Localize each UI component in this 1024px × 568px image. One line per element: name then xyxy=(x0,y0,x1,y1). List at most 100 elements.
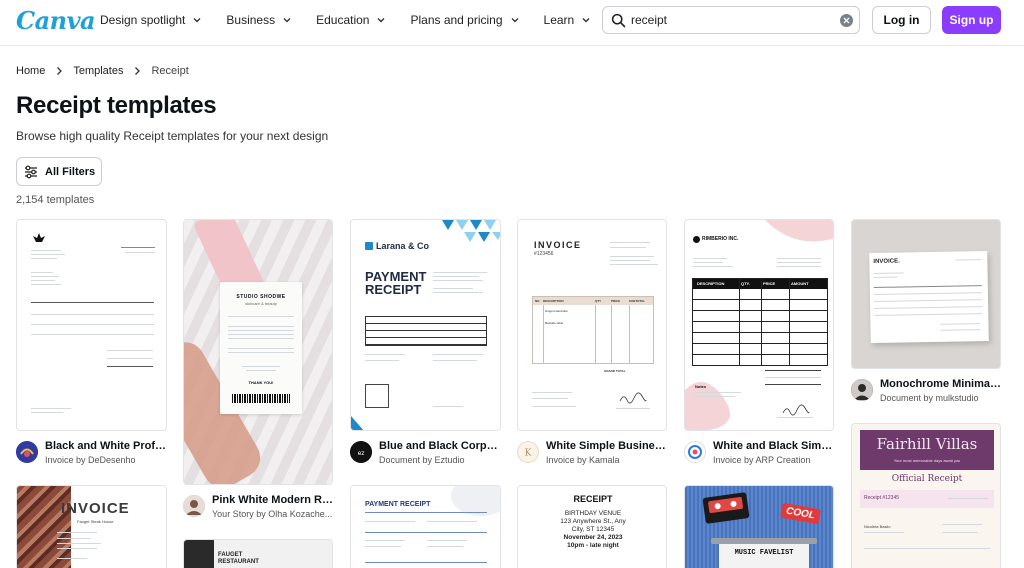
nav-label: Plans and pricing xyxy=(410,13,503,27)
author-avatar: ez xyxy=(350,441,372,463)
template-thumbnail[interactable]: INVOICE #123456 NO DESCRIPTION QTY PRICE… xyxy=(517,219,667,431)
nav-label: Education xyxy=(316,13,370,27)
template-author[interactable]: Document by mulkstudio xyxy=(880,393,1002,403)
official-receipt: Official Receipt xyxy=(891,474,963,484)
chevron-down-icon xyxy=(511,18,519,23)
template-title[interactable]: Blue and Black Corpor... xyxy=(379,440,501,452)
chevron-right-icon xyxy=(135,67,141,75)
restaurant-title: FAUGET RESTAURANT xyxy=(218,552,259,565)
chevron-down-icon xyxy=(283,18,291,23)
template-count: 2,154 templates xyxy=(16,194,95,206)
grand-total-label: GRAND TOTAL xyxy=(604,369,626,373)
breadcrumb-home[interactable]: Home xyxy=(16,65,45,77)
villa-tagline: Your most memorable days await you xyxy=(893,458,961,463)
author-avatar xyxy=(684,441,706,463)
template-thumbnail[interactable]: INVOICE Fauget Steak House xyxy=(16,485,167,568)
receipt-brand-sub: skincare & beauty xyxy=(245,301,277,306)
invoice-table: NO DESCRIPTION QTY PRICE SUBTOTAL Hinged… xyxy=(532,296,654,364)
template-thumbnail[interactable]: FAUGET RESTAURANT xyxy=(183,539,333,568)
chevron-down-icon xyxy=(377,18,385,23)
nav-design-spotlight[interactable]: Design spotlight xyxy=(100,13,202,27)
triangle-pattern-icon xyxy=(351,416,365,430)
nav-label: Learn xyxy=(543,13,575,27)
invoice-sub: Fauget Steak House xyxy=(77,519,114,524)
all-filters-label: All Filters xyxy=(45,165,96,178)
clear-search-icon[interactable] xyxy=(840,14,853,27)
nav-label: Business xyxy=(226,13,276,27)
triangle-pattern-icon xyxy=(442,220,500,242)
signup-button[interactable]: Sign up xyxy=(942,6,1001,34)
template-thumbnail[interactable]: INVOICE. xyxy=(851,219,1001,369)
receipt-title: RECEIPT xyxy=(573,494,613,504)
chevron-right-icon xyxy=(57,67,63,75)
nav-label: Design spotlight xyxy=(100,13,186,27)
music-title: MUSIC FAVELIST xyxy=(734,549,794,557)
template-author[interactable]: Your Story by Olha Kozache... xyxy=(212,509,334,519)
nav-education[interactable]: Education xyxy=(316,13,386,27)
main-nav: Design spotlight Business Education Plan… xyxy=(100,0,615,40)
canva-logo[interactable]: Canva xyxy=(16,6,96,35)
page-title: Receipt templates xyxy=(16,92,217,119)
receipt-thanks: THANK YOU! xyxy=(248,380,274,385)
guest-name: Nicoleta Basilo xyxy=(864,524,891,529)
rimberio-logo-icon xyxy=(693,236,700,243)
template-author[interactable]: Invoice by ARP Creation xyxy=(713,455,835,465)
filter-sliders-icon xyxy=(25,165,37,178)
invoice-title: INVOICE. xyxy=(873,258,900,265)
chevron-down-icon xyxy=(193,18,201,23)
signature-icon xyxy=(782,404,810,416)
signature-icon xyxy=(619,392,647,404)
search-box xyxy=(602,6,860,34)
svg-text:ez: ez xyxy=(358,450,365,457)
receipt-number: Receipt #12345 xyxy=(864,495,900,501)
breadcrumb-templates[interactable]: Templates xyxy=(73,65,123,77)
template-title[interactable]: White Simple Business ... xyxy=(546,440,668,452)
author-avatar xyxy=(851,379,873,401)
template-thumbnail[interactable]: COOL MUSIC FAVELIST xyxy=(684,485,834,568)
receipt-brand: Larana & Co xyxy=(376,241,430,251)
invoice-title: INVOICE xyxy=(61,500,130,517)
search-input[interactable] xyxy=(631,10,831,30)
search-icon xyxy=(611,13,626,28)
nav-business[interactable]: Business xyxy=(226,13,292,27)
author-avatar: K xyxy=(517,441,539,463)
template-title[interactable]: Monochrome Minimali... xyxy=(880,378,1002,390)
notes-label: Notes xyxy=(695,384,707,389)
author-avatar xyxy=(183,495,205,517)
receipt-logo-mark xyxy=(365,242,373,250)
nav-learn[interactable]: Learn xyxy=(544,13,592,27)
nav-plans-and-pricing[interactable]: Plans and pricing xyxy=(410,13,519,27)
invoice-number: #123456 xyxy=(534,251,554,257)
barcode-icon xyxy=(232,394,290,403)
author-avatar xyxy=(16,441,38,463)
receipt-brand: STUDIO SHODWE xyxy=(236,294,286,300)
chevron-down-icon xyxy=(582,18,590,23)
template-thumbnail[interactable] xyxy=(16,219,167,431)
template-thumbnail[interactable]: STUDIO SHODWE skincare & beauty THANK YO… xyxy=(183,219,333,485)
breadcrumb: Home Templates Receipt xyxy=(16,65,189,77)
receipt-title: PAYMENT RECEIPT xyxy=(365,501,431,508)
template-author[interactable]: Invoice by DeDesenho xyxy=(45,455,167,465)
template-thumbnail[interactable]: Fairhill Villas Your most memorable days… xyxy=(851,423,1001,568)
template-thumbnail[interactable]: RECEIPT BIRTHDAY VENUE 123 Anywhere St.,… xyxy=(517,485,667,568)
template-author[interactable]: Document by Eztudio xyxy=(379,455,501,465)
template-thumbnail[interactable]: RIMBERIO INC. DESCRIPTION QTY. PRICE AMO… xyxy=(684,219,834,431)
villa-title: Fairhill Villas xyxy=(876,435,978,453)
receipt-venue: BIRTHDAY VENUE 123 Anywhere St., Any Cit… xyxy=(560,510,626,549)
template-title[interactable]: Pink White Modern Rec... xyxy=(212,494,334,506)
template-title[interactable]: Black and White Profes... xyxy=(45,440,167,452)
invoice-title: INVOICE xyxy=(534,240,582,250)
template-author[interactable]: Invoice by Kamala xyxy=(546,455,668,465)
all-filters-button[interactable]: All Filters xyxy=(16,157,102,186)
login-button[interactable]: Log in xyxy=(872,6,931,34)
template-thumbnail[interactable]: PAYMENT RECEIPT xyxy=(350,485,501,568)
invoice-table: DESCRIPTION QTY. PRICE AMOUNT xyxy=(692,278,828,366)
template-title[interactable]: White and Black Simpl... xyxy=(713,440,835,452)
top-header: Canva Design spotlight Business Educatio… xyxy=(0,0,1024,46)
receipt-title: PAYMENT RECEIPT xyxy=(365,269,427,297)
leaf-logo-icon xyxy=(33,233,45,242)
template-thumbnail[interactable]: Larana & Co PAYMENT RECEIPT xyxy=(350,219,501,431)
invoice-brand: RIMBERIO INC. xyxy=(702,236,739,242)
breadcrumb-current: Receipt xyxy=(151,65,189,77)
page-subtitle: Browse high quality Receipt templates fo… xyxy=(16,129,329,143)
